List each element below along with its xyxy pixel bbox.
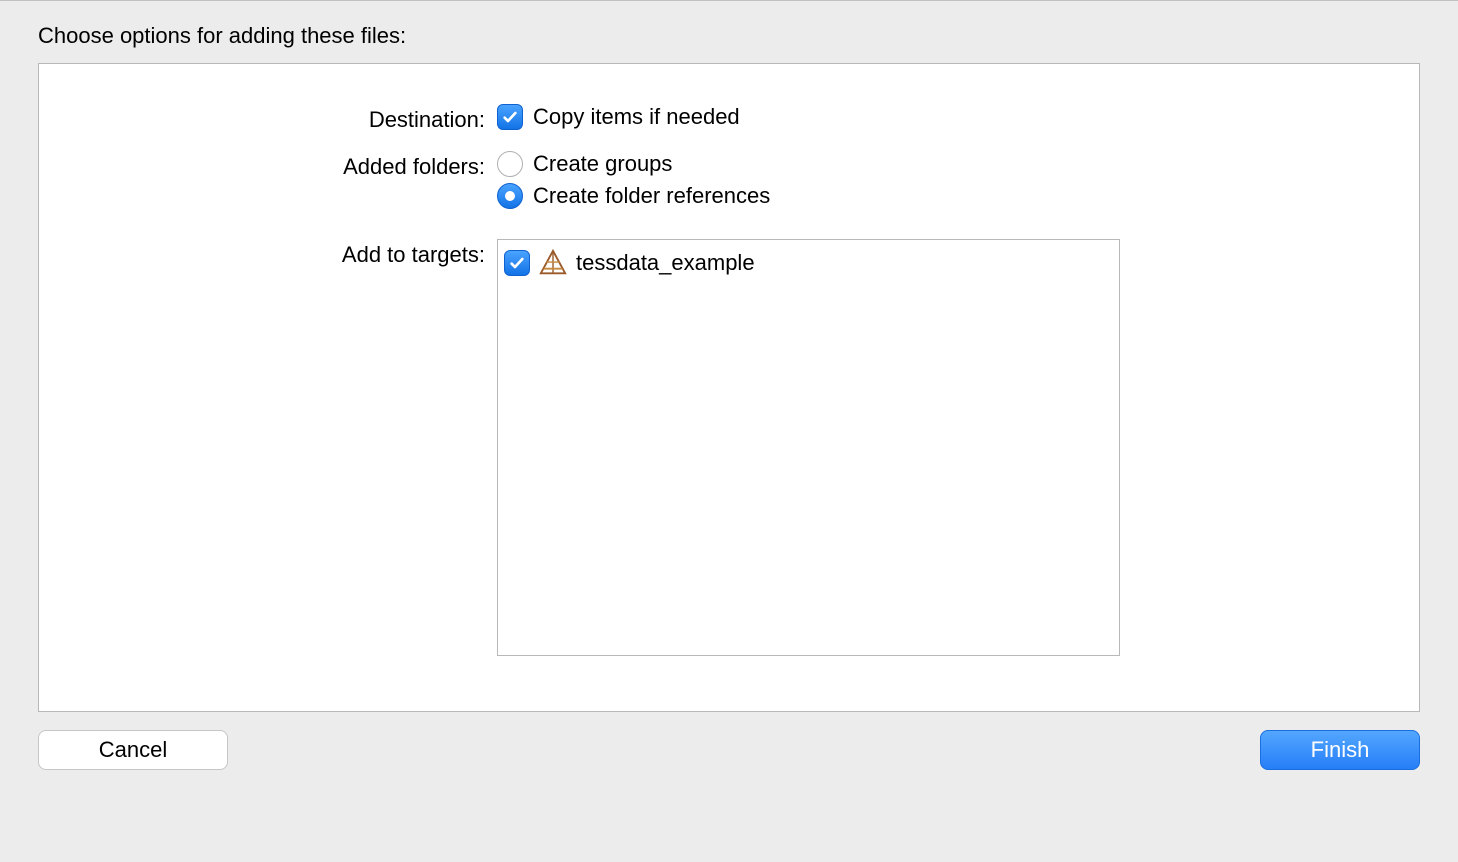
targets-list[interactable]: tessdata_example [497,239,1120,656]
added-folders-row: Added folders: Create groups Create fold… [87,151,1371,209]
add-to-targets-label: Add to targets: [87,239,497,268]
options-panel: Destination: Copy items if needed Added … [38,63,1420,712]
target-name: tessdata_example [576,250,755,276]
copy-items-label: Copy items if needed [533,104,740,130]
destination-row: Destination: Copy items if needed [87,104,1371,133]
dialog-body: Choose options for adding these files: D… [0,1,1458,712]
create-groups-radio[interactable] [497,151,523,177]
destination-label: Destination: [87,104,497,133]
create-folder-references-label: Create folder references [533,183,770,209]
added-folders-label: Added folders: [87,151,497,180]
add-to-targets-row: Add to targets: tessdata_example [87,239,1371,656]
checkmark-icon [509,255,525,271]
button-bar: Cancel Finish [0,712,1458,770]
dialog-heading: Choose options for adding these files: [38,23,1420,49]
cancel-button[interactable]: Cancel [38,730,228,770]
create-folder-references-radio[interactable] [497,183,523,209]
target-item[interactable]: tessdata_example [504,248,1113,278]
checkmark-icon [502,109,518,125]
finish-button[interactable]: Finish [1260,730,1420,770]
target-checkbox[interactable] [504,250,530,276]
app-target-icon [538,248,568,278]
create-groups-label: Create groups [533,151,672,177]
copy-items-checkbox[interactable] [497,104,523,130]
